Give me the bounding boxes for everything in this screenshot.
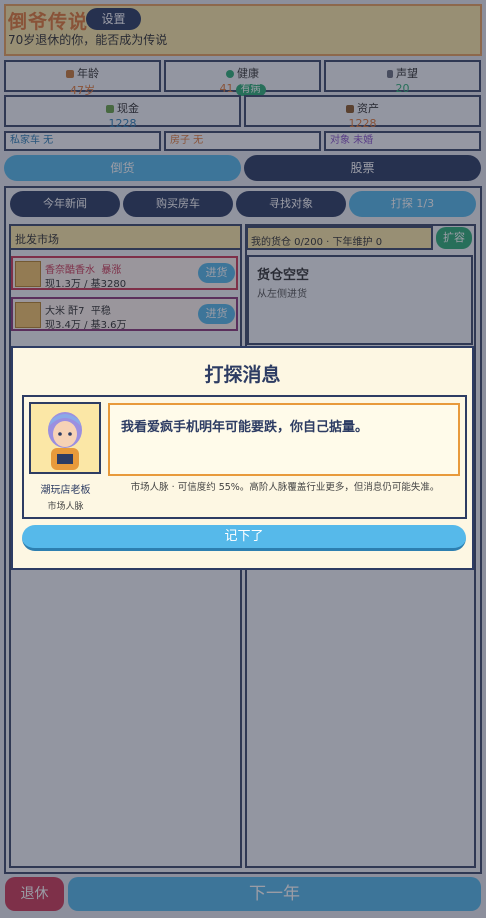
- speaker-name: 潮玩店老板: [40, 485, 91, 496]
- shop-owner-avatar: [29, 402, 101, 474]
- speaker-role: 市场人脉: [47, 502, 84, 512]
- source-note: 市场人脉 · 可信度约 55%。高阶人脉覆盖行业更多，但消息仍可能失准。: [130, 482, 440, 493]
- message-card: 潮玩店老板 市场人脉 我看爱疯手机明年可能要跌，你自己掂量。 市场人脉 · 可信…: [22, 395, 467, 519]
- confirm-button[interactable]: 记下了: [22, 525, 466, 551]
- modal-title: 打探消息: [204, 364, 281, 386]
- message-text: 我看爱疯手机明年可能要跌，你自己掂量。: [108, 403, 460, 476]
- scout-modal: 打探消息 潮玩店老板 市场人脉 我看爱疯手机明年可能要跌，你自己掂量。 市场人脉…: [11, 346, 474, 570]
